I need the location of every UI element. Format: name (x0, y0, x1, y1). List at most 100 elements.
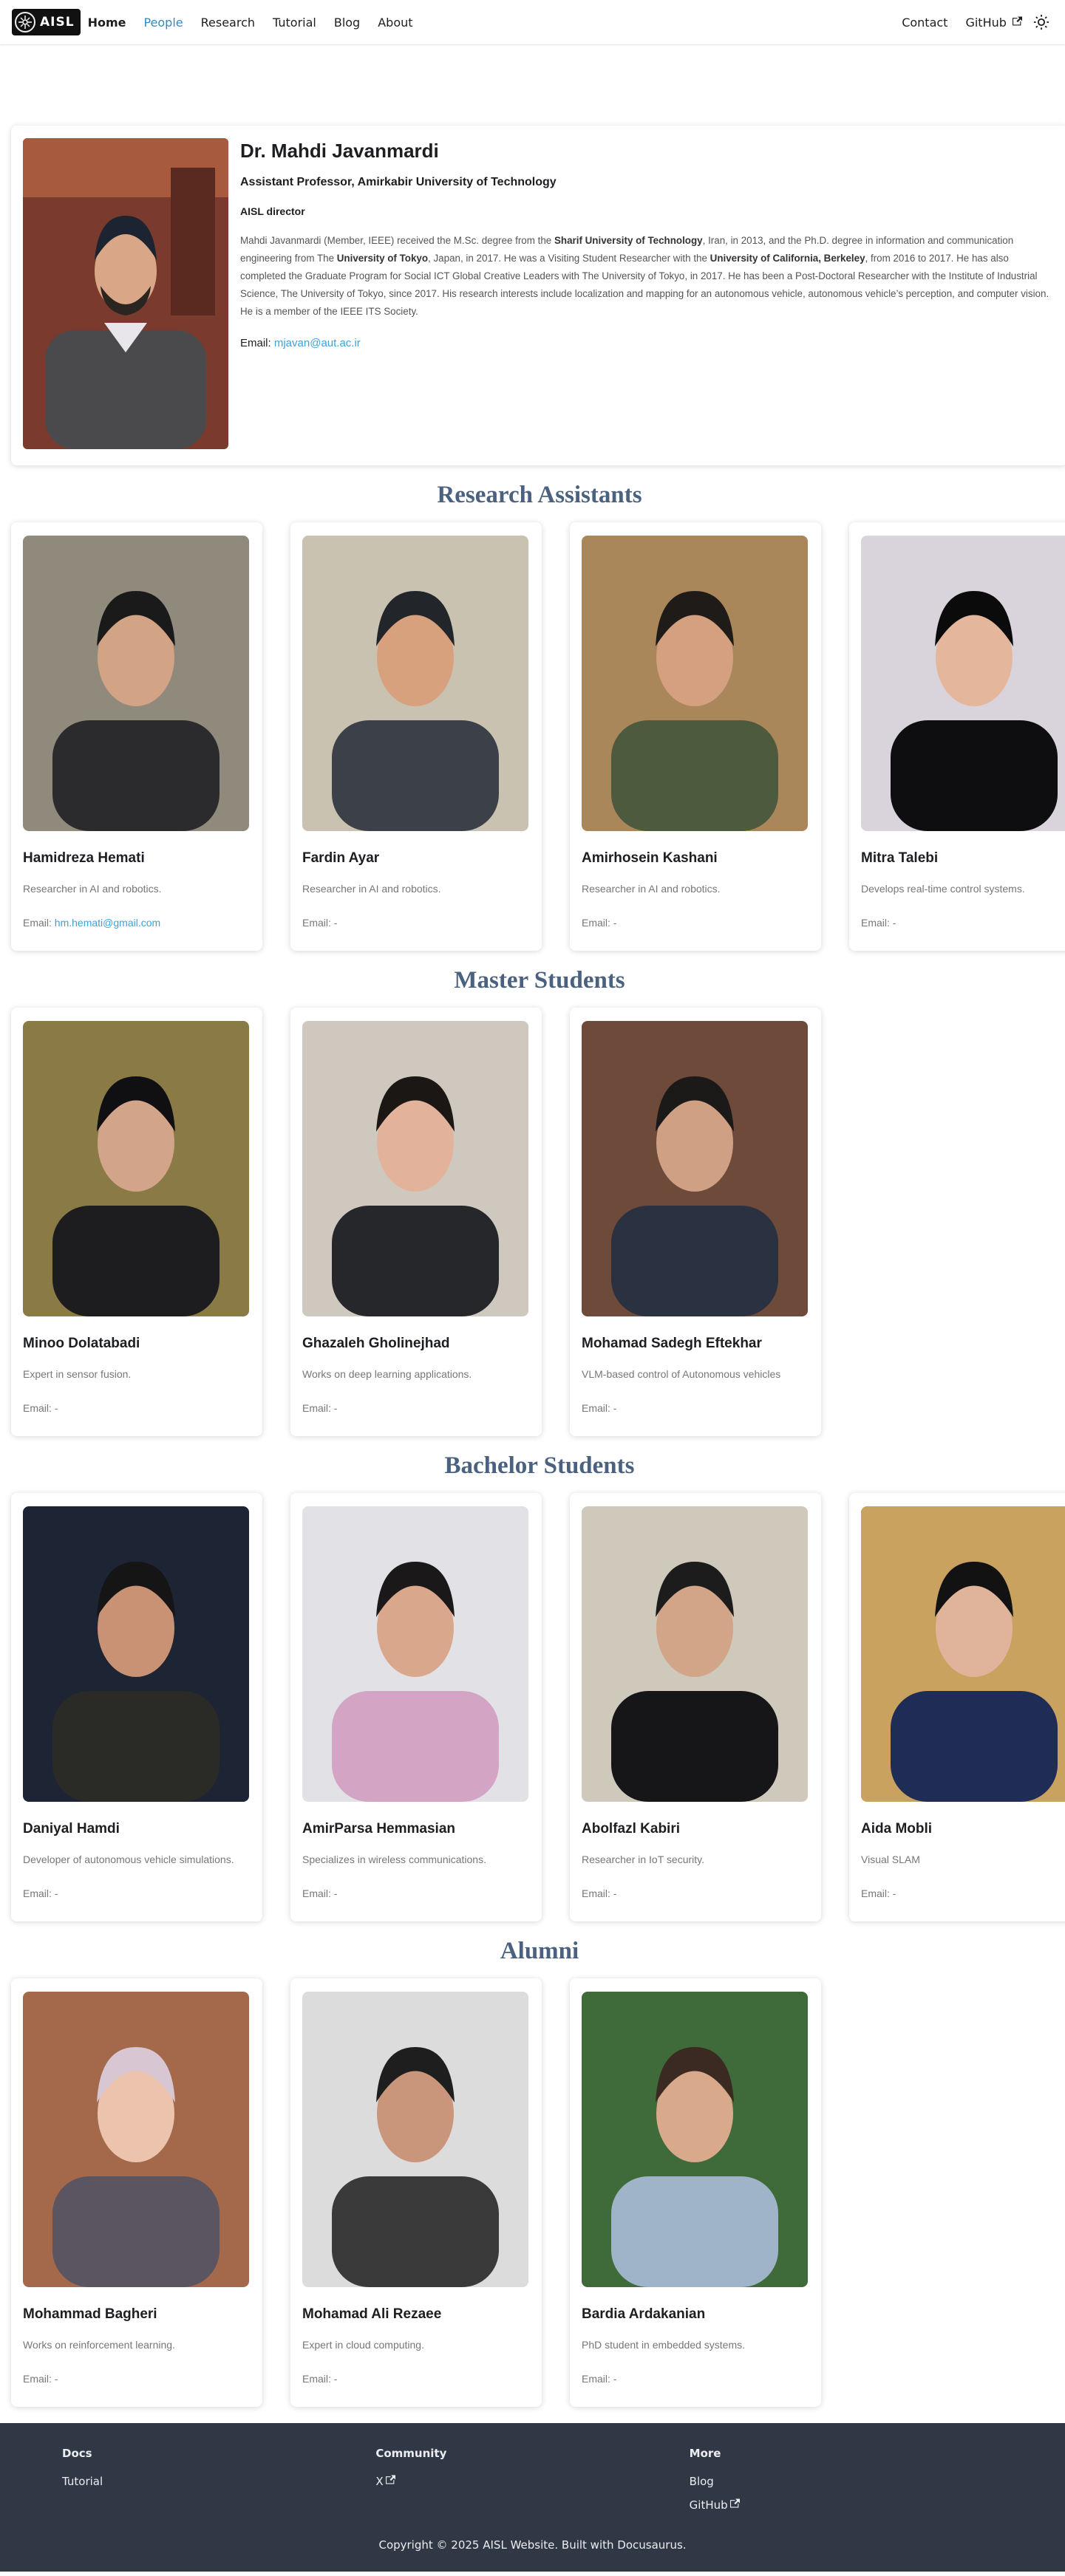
member-name: Abolfazl Kabiri (582, 1821, 681, 1837)
director-info: Dr. Mahdi Javanmardi Assistant Professor… (228, 138, 1056, 453)
section-title: Bachelor Students (444, 1452, 635, 1479)
member-email: Email: - (23, 1887, 251, 1899)
email-label: Email: (23, 2373, 52, 2385)
member-name: Fardin Ayar (302, 850, 380, 866)
member-card: Ghazaleh Gholinejhad Works on deep learn… (290, 1008, 542, 1436)
member-card: Amirhosein Kashani Researcher in AI and … (570, 522, 821, 951)
member-card: Hamidreza Hemati Researcher in AI and ro… (11, 522, 262, 951)
member-description: Researcher in IoT security. (582, 1854, 704, 1865)
email-label: Email: (302, 917, 331, 929)
email-label: Email: (302, 1887, 331, 1899)
member-email-value: - (54, 2373, 58, 2385)
member-email: Email: - (861, 917, 1065, 929)
member-email: Email: - (582, 1402, 809, 1414)
footer-link-x-label: X (375, 2475, 384, 2488)
member-card: AmirParsa Hemmasian Specializes in wirel… (290, 1493, 542, 1921)
member-name: Amirhosein Kashani (582, 850, 718, 866)
director-photo (23, 138, 228, 449)
member-email-value: - (613, 2373, 617, 2385)
member-email-value: - (613, 1887, 617, 1899)
nav-people[interactable]: People (143, 16, 183, 30)
member-card: Aida Mobli Visual SLAM Email: - (849, 1493, 1065, 1921)
member-name: AmirParsa Hemmasian (302, 1821, 455, 1837)
footer-link-github[interactable]: GitHub (690, 2498, 1003, 2512)
member-email-value: - (333, 2373, 338, 2385)
member-email-value: - (333, 917, 338, 929)
member-description: Expert in cloud computing. (302, 2339, 424, 2351)
member-email: Email: - (302, 1887, 530, 1899)
member-email-value: - (333, 1402, 338, 1414)
member-email: Email: - (861, 1887, 1065, 1899)
email-label: Email: (23, 917, 52, 929)
member-card: Bardia Ardakanian PhD student in embedde… (570, 1978, 821, 2407)
member-photo (23, 1021, 249, 1316)
footer-col-community: Community X (375, 2447, 689, 2522)
member-email-value: - (54, 1402, 58, 1414)
member-name: Minoo Dolatabadi (23, 1336, 140, 1351)
footer-col-docs: Docs Tutorial (62, 2447, 375, 2522)
theme-toggle-button[interactable] (1030, 10, 1053, 34)
member-grid: Minoo Dolatabadi Expert in sensor fusion… (11, 1008, 1065, 1436)
navbar: AISL Home People Research Tutorial Blog … (0, 0, 1065, 44)
member-description: Develops real-time control systems. (861, 883, 1025, 895)
logo-circuit-icon (15, 12, 35, 33)
member-photo (861, 536, 1065, 831)
nav-github[interactable]: GitHub (965, 16, 1022, 30)
director-email: Email: mjavan@aut.ac.ir (240, 337, 1052, 349)
bio-highlight: Sharif University of Technology (554, 235, 703, 246)
email-label: Email: (240, 337, 271, 349)
footer-link-blog[interactable]: Blog (690, 2475, 1003, 2488)
member-description: Visual SLAM (861, 1854, 920, 1865)
member-name: Daniyal Hamdi (23, 1821, 120, 1837)
member-email-value: - (613, 917, 617, 929)
footer-columns: Docs Tutorial Community X More Blog GitH… (62, 2447, 1003, 2522)
external-link-icon (729, 2498, 740, 2508)
footer-col-title: Community (375, 2447, 447, 2460)
email-label: Email: (23, 1402, 52, 1414)
nav-tutorial[interactable]: Tutorial (273, 16, 316, 30)
bio-text: Mahdi Javanmardi (Member, IEEE) received… (240, 235, 554, 246)
site-logo[interactable]: AISL (12, 9, 81, 35)
member-card: Mitra Talebi Develops real-time control … (849, 522, 1065, 951)
nav-research[interactable]: Research (201, 16, 255, 30)
member-email: Email: - (582, 1887, 809, 1899)
nav-contact[interactable]: Contact (902, 16, 947, 30)
member-email-value: - (613, 1402, 617, 1414)
member-card: Mohammad Bagheri Works on reinforcement … (11, 1978, 262, 2407)
member-card: Minoo Dolatabadi Expert in sensor fusion… (11, 1008, 262, 1436)
external-link-icon (385, 2475, 395, 2484)
email-label: Email: (861, 917, 890, 929)
member-photo (582, 536, 808, 831)
member-name: Hamidreza Hemati (23, 850, 145, 866)
member-name: Aida Mobli (861, 1821, 933, 1837)
member-name: Ghazaleh Gholinejhad (302, 1336, 450, 1351)
footer-link-x[interactable]: X (375, 2475, 689, 2488)
director-email-link[interactable]: mjavan@aut.ac.ir (274, 337, 361, 349)
section-title: Research Assistants (437, 482, 642, 508)
member-description: Works on deep learning applications. (302, 1368, 472, 1380)
member-description: Researcher in AI and robotics. (302, 883, 441, 895)
director-role: Assistant Professor, Amirkabir Universit… (240, 176, 557, 188)
sun-icon (1033, 14, 1049, 30)
main-content: Dr. Mahdi Javanmardi Assistant Professor… (0, 44, 1065, 2423)
member-email-value: - (54, 1887, 58, 1899)
member-photo (302, 1992, 528, 2287)
member-photo (23, 1506, 249, 1802)
footer: Docs Tutorial Community X More Blog GitH… (0, 2423, 1065, 2572)
bio-text: , Japan, in 2017. He was a Visiting Stud… (428, 253, 710, 264)
member-email: Email: - (302, 917, 530, 929)
member-description: PhD student in embedded systems. (582, 2339, 746, 2351)
nav-home[interactable]: Home (88, 16, 126, 30)
member-email-link[interactable]: hm.hemati@gmail.com (55, 917, 160, 929)
member-description: Developer of autonomous vehicle simulati… (23, 1854, 234, 1865)
footer-link-github-label: GitHub (689, 2498, 728, 2512)
member-description: Researcher in AI and robotics. (23, 883, 162, 895)
footer-link-tutorial[interactable]: Tutorial (62, 2475, 375, 2488)
section-title: Alumni (500, 1938, 579, 1964)
nav-blog[interactable]: Blog (334, 16, 360, 30)
member-photo (23, 1992, 249, 2287)
member-email: Email: - (302, 2373, 530, 2385)
member-description: Specializes in wireless communications. (302, 1854, 486, 1865)
bio-highlight: University of California, Berkeley (710, 253, 865, 264)
nav-about[interactable]: About (378, 16, 412, 30)
